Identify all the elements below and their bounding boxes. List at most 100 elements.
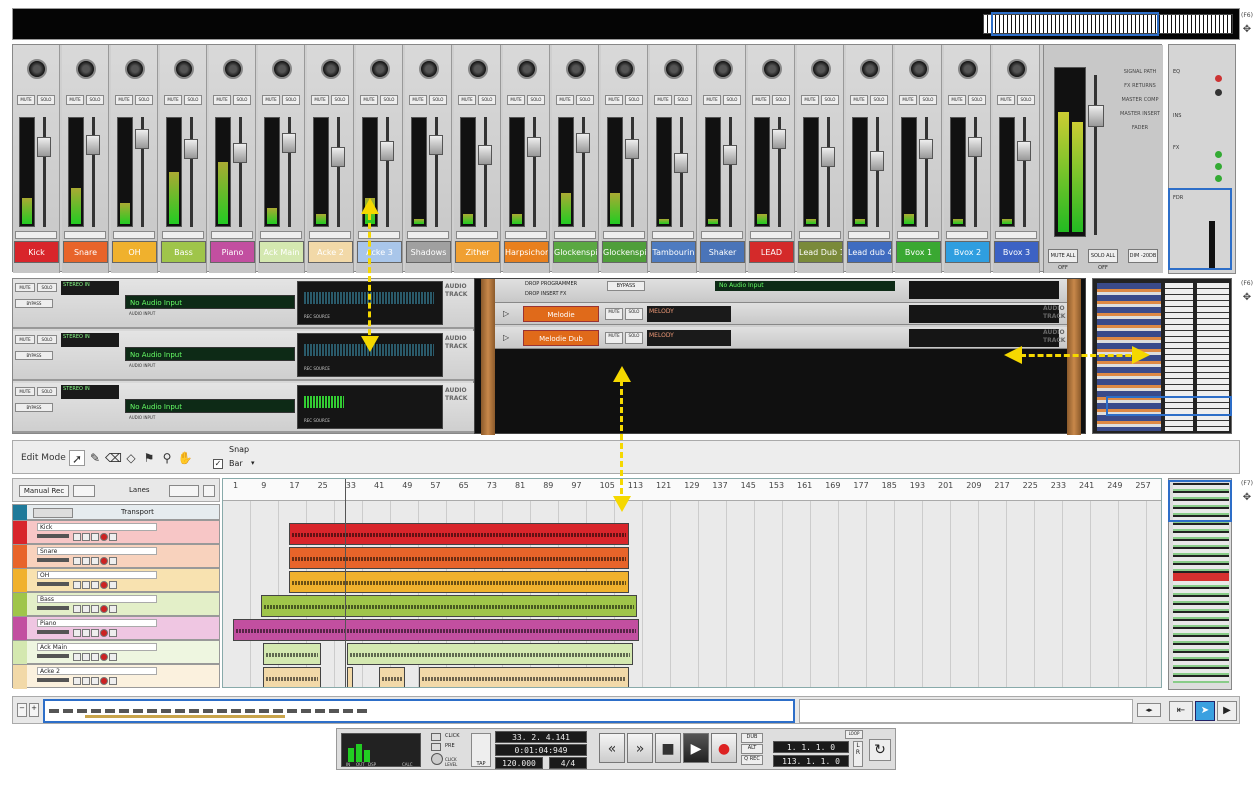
solo-button[interactable]: SOLO <box>919 95 937 105</box>
loop-icon[interactable]: ↻ <box>869 739 891 761</box>
track-volume-slider[interactable] <box>37 606 69 610</box>
pan-knob[interactable] <box>713 59 733 79</box>
right-locator-display[interactable]: 113. 1. 1. 0 <box>773 755 849 767</box>
track-options-button[interactable] <box>109 581 117 589</box>
channel-name[interactable]: Zither <box>455 241 500 263</box>
solo-button[interactable]: SOLO <box>478 95 496 105</box>
tempo-display[interactable]: 120.000 <box>495 757 543 769</box>
solo-button[interactable]: SOLO <box>625 308 643 320</box>
solo-button[interactable]: SOLO <box>37 335 57 344</box>
pan-knob[interactable] <box>321 59 341 79</box>
pre-checkbox[interactable] <box>431 743 441 751</box>
mute-button[interactable]: MUTE <box>752 95 770 105</box>
locator-buttons[interactable]: L R <box>853 741 863 767</box>
hand-tool-icon[interactable]: ✋ <box>177 450 193 466</box>
solo-button[interactable]: SOLO <box>527 95 545 105</box>
channel-name[interactable]: Bvox 1 <box>896 241 941 263</box>
fader-cap[interactable] <box>919 139 933 159</box>
channel-mute-solo-row[interactable] <box>260 231 302 239</box>
mute-button[interactable]: MUTE <box>262 95 280 105</box>
fader-cap[interactable] <box>184 139 198 159</box>
track-volume-slider[interactable] <box>37 654 69 658</box>
pan-knob[interactable] <box>272 59 292 79</box>
record-enable-icon[interactable] <box>100 677 108 685</box>
track-name[interactable]: Piano <box>37 619 157 627</box>
chevron-down-icon[interactable]: ▾ <box>251 459 255 467</box>
channel-name[interactable]: Acke 2 <box>308 241 353 263</box>
monitor-button[interactable] <box>91 629 99 637</box>
track-name[interactable]: Ack Main <box>37 643 157 651</box>
dim-button[interactable]: DIM -20DB <box>1128 249 1158 263</box>
mute-button[interactable]: MUTE <box>115 95 133 105</box>
solo-all-off-button[interactable]: SOLO ALL OFF <box>1088 249 1118 271</box>
song-position-marker[interactable] <box>345 479 346 687</box>
zoom-out-icon[interactable]: − <box>17 703 27 717</box>
mute-button[interactable]: MUTE <box>213 95 231 105</box>
mute-button[interactable]: MUTE <box>703 95 721 105</box>
mute-button[interactable]: MUTE <box>654 95 672 105</box>
fader-cap[interactable] <box>86 135 100 155</box>
track-options-button[interactable] <box>73 485 95 497</box>
fader-cap[interactable] <box>821 147 835 167</box>
fader-cap[interactable] <box>625 139 639 159</box>
mute-button[interactable]: MUTE <box>458 95 476 105</box>
solo-button[interactable] <box>82 629 90 637</box>
channel-mute-solo-row[interactable] <box>799 231 841 239</box>
channel-mute-solo-row[interactable] <box>358 231 400 239</box>
track-volume-slider[interactable] <box>37 678 69 682</box>
clip-grid[interactable] <box>223 501 1161 687</box>
rec-source-label[interactable]: REC SOURCE <box>304 418 330 423</box>
monitor-button[interactable] <box>91 677 99 685</box>
track-header[interactable]: Kick <box>12 520 220 545</box>
audio-clip[interactable] <box>419 667 629 687</box>
solo-button[interactable]: SOLO <box>576 95 594 105</box>
pan-knob[interactable] <box>762 59 782 79</box>
stereo-input-select[interactable]: STEREO IN <box>61 333 119 347</box>
mute-button[interactable]: MUTE <box>360 95 378 105</box>
track-options-button[interactable] <box>109 533 117 541</box>
click-checkbox[interactable] <box>431 733 441 741</box>
magnify-tool-icon[interactable]: ⚲ <box>159 450 175 466</box>
lanes-select[interactable] <box>169 485 199 497</box>
channel-name[interactable]: Harpsichord <box>504 241 549 263</box>
pan-knob[interactable] <box>958 59 978 79</box>
master-comp-label[interactable]: MASTER COMP <box>1120 93 1160 107</box>
razor-tool-icon[interactable]: ◇ <box>123 450 139 466</box>
mute-button[interactable]: MUTE <box>409 95 427 105</box>
mute-button[interactable]: MUTE <box>605 95 623 105</box>
play-arrow-icon[interactable]: ▶ <box>1217 701 1237 721</box>
pan-knob[interactable] <box>419 59 439 79</box>
pan-knob[interactable] <box>125 59 145 79</box>
mute-button[interactable]: MUTE <box>605 308 623 320</box>
track-header[interactable]: Ack Main <box>12 640 220 665</box>
q-rec-button[interactable]: Q REC <box>741 755 763 765</box>
solo-button[interactable]: SOLO <box>331 95 349 105</box>
mute-button[interactable]: MUTE <box>948 95 966 105</box>
mute-button[interactable] <box>73 581 81 589</box>
pan-knob[interactable] <box>174 59 194 79</box>
channel-mute-solo-row[interactable] <box>897 231 939 239</box>
solo-button[interactable]: SOLO <box>625 332 643 344</box>
mute-button[interactable]: MUTE <box>605 332 623 344</box>
fx-send-icon[interactable] <box>1215 163 1222 170</box>
eq-knob-icon[interactable] <box>1215 89 1222 96</box>
expand-icon[interactable]: ▷ <box>503 309 509 318</box>
channel-name[interactable]: Shaker <box>700 241 745 263</box>
channel-name[interactable]: Kick <box>14 241 59 263</box>
solo-button[interactable]: SOLO <box>380 95 398 105</box>
solo-button[interactable]: SOLO <box>37 387 57 396</box>
fader-cap[interactable] <box>576 133 590 153</box>
record-enable-icon[interactable] <box>100 533 108 541</box>
channel-mute-solo-row[interactable] <box>456 231 498 239</box>
channel-mute-solo-row[interactable] <box>995 231 1037 239</box>
pan-knob[interactable] <box>811 59 831 79</box>
mute-button[interactable]: MUTE <box>66 95 84 105</box>
rec-source-label[interactable]: REC SOURCE <box>304 314 330 319</box>
solo-button[interactable]: SOLO <box>429 95 447 105</box>
mute-all-off-button[interactable]: MUTE ALL OFF <box>1048 249 1078 271</box>
channel-name[interactable]: Bvox 2 <box>945 241 990 263</box>
channel-mute-solo-row[interactable] <box>750 231 792 239</box>
mute-button[interactable] <box>73 677 81 685</box>
fader-cap[interactable] <box>870 151 884 171</box>
collapse-button[interactable] <box>203 485 215 497</box>
